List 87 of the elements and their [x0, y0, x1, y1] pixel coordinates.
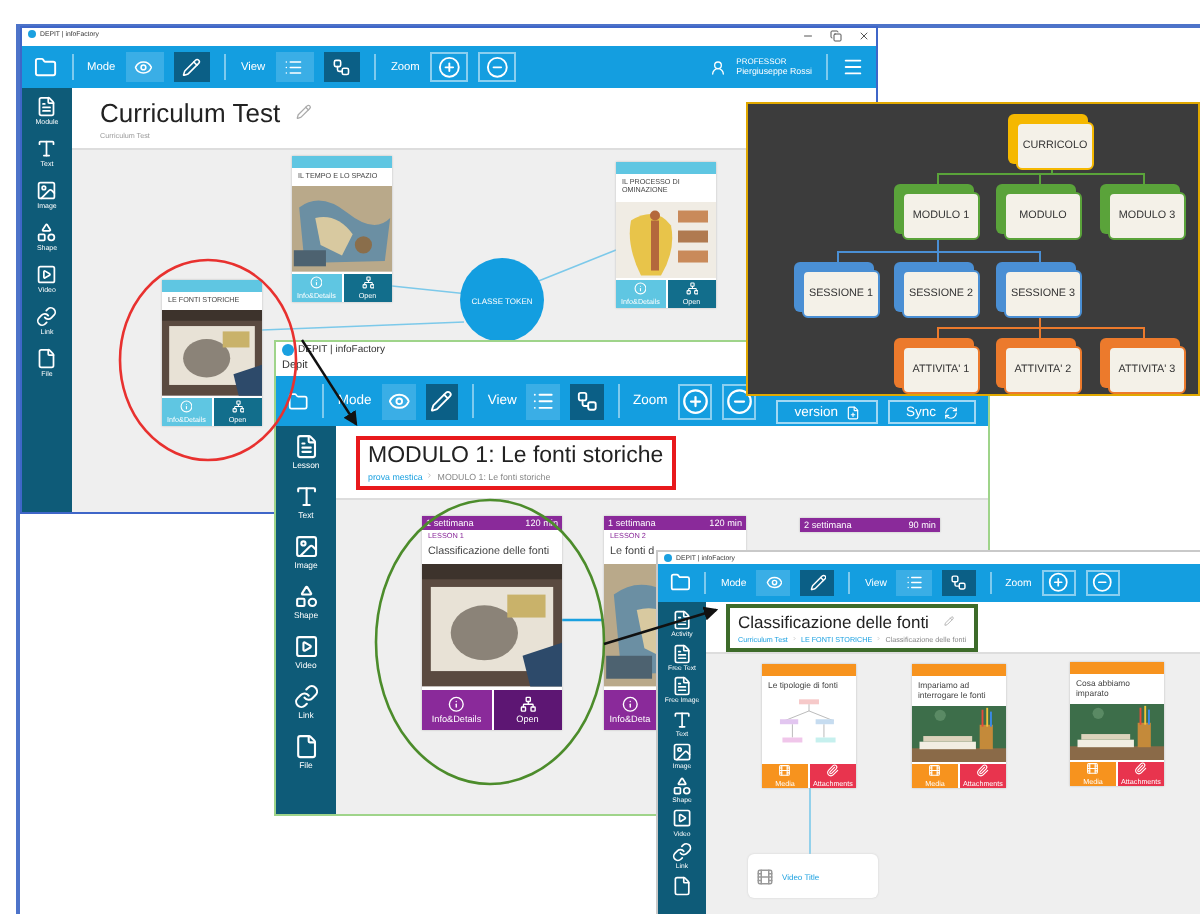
- menu-icon[interactable]: [842, 56, 864, 78]
- image-icon: [671, 742, 693, 763]
- shapes-icon: [36, 222, 58, 243]
- page-title: Classificazione delle fonti: [738, 611, 929, 631]
- link-icon: [293, 683, 319, 710]
- mode-button[interactable]: [173, 51, 211, 83]
- view-button[interactable]: [323, 51, 361, 83]
- view-button[interactable]: [570, 383, 604, 419]
- pencil-icon[interactable]: [944, 615, 956, 627]
- film-icon: [928, 764, 942, 778]
- file-icon: [36, 348, 58, 369]
- image-icon: [293, 533, 319, 560]
- mode-button[interactable]: [381, 383, 415, 419]
- sidebar-item[interactable]: [671, 875, 693, 896]
- document-icon: [36, 96, 58, 117]
- user-icon[interactable]: [710, 59, 727, 75]
- connector-line: [562, 618, 604, 622]
- tree-icon: [231, 400, 244, 414]
- info-icon: [180, 400, 193, 414]
- video-icon: [671, 808, 693, 830]
- eye-icon: [134, 57, 154, 77]
- tree-icon: [685, 282, 698, 296]
- pencil-icon[interactable]: [296, 104, 312, 120]
- connector-line: [535, 249, 617, 283]
- tree-icon: [332, 57, 352, 77]
- video-icon: [36, 264, 58, 285]
- pencil-icon: [430, 389, 453, 413]
- document-icon: [671, 610, 693, 631]
- document-icon: [671, 676, 693, 697]
- tree-icon: [575, 389, 599, 413]
- list-icon: [284, 57, 304, 77]
- video-icon: [293, 633, 319, 660]
- file-icon: [671, 875, 693, 896]
- close-icon[interactable]: [858, 30, 870, 42]
- app-icon: [28, 30, 36, 38]
- mode-button[interactable]: [756, 569, 791, 597]
- tree-icon: [949, 574, 967, 592]
- zoom-in-button[interactable]: [429, 51, 468, 83]
- paperclip-icon: [976, 764, 990, 778]
- add-file-icon: [845, 405, 860, 419]
- folder-icon[interactable]: [288, 387, 309, 415]
- text-icon: [293, 483, 319, 510]
- info-icon: [634, 282, 647, 296]
- minimize-icon[interactable]: [802, 30, 814, 42]
- eye-icon: [387, 389, 410, 413]
- mode-button[interactable]: [800, 569, 835, 597]
- sync-icon: [944, 405, 958, 419]
- paperclip-icon: [1134, 762, 1148, 776]
- mode-button[interactable]: [125, 51, 164, 83]
- page-title: Curriculum Test: [100, 97, 281, 127]
- list-icon: [905, 574, 923, 592]
- file-icon: [293, 733, 319, 759]
- folder-icon[interactable]: [34, 55, 58, 79]
- pencil-icon: [809, 574, 827, 592]
- view-button[interactable]: [526, 383, 561, 419]
- document-icon: [293, 434, 319, 460]
- folder-icon[interactable]: [670, 572, 691, 594]
- text-icon: [36, 138, 58, 159]
- mode-button[interactable]: [425, 383, 459, 419]
- pencil-icon: [182, 57, 202, 77]
- document-icon: [671, 643, 693, 664]
- link-icon: [36, 306, 58, 327]
- eye-icon: [765, 574, 783, 592]
- shapes-icon: [671, 775, 693, 796]
- film-icon: [756, 867, 774, 885]
- tree-icon: [519, 695, 536, 712]
- connector-line: [809, 787, 811, 855]
- zoom-in-button[interactable]: [677, 383, 713, 419]
- zoom-in-button[interactable]: [1041, 569, 1076, 597]
- app-icon: [282, 344, 294, 356]
- info-icon: [448, 695, 465, 712]
- arrow: [603, 606, 719, 646]
- info-icon: [310, 276, 323, 290]
- view-button[interactable]: [941, 569, 976, 597]
- restore-icon[interactable]: [830, 30, 842, 42]
- tree-icon: [361, 276, 374, 290]
- info-icon: [621, 695, 639, 712]
- view-button[interactable]: [896, 569, 932, 597]
- page-title: MODULO 1: Le fonti storiche: [368, 443, 664, 467]
- paperclip-icon: [826, 764, 840, 778]
- shapes-icon: [293, 583, 319, 610]
- zoom-out-button[interactable]: [722, 383, 757, 419]
- text-icon: [671, 709, 693, 730]
- image-icon: [36, 180, 58, 201]
- film-icon: [778, 764, 792, 778]
- film-icon: [1086, 762, 1100, 776]
- link-icon: [671, 842, 693, 863]
